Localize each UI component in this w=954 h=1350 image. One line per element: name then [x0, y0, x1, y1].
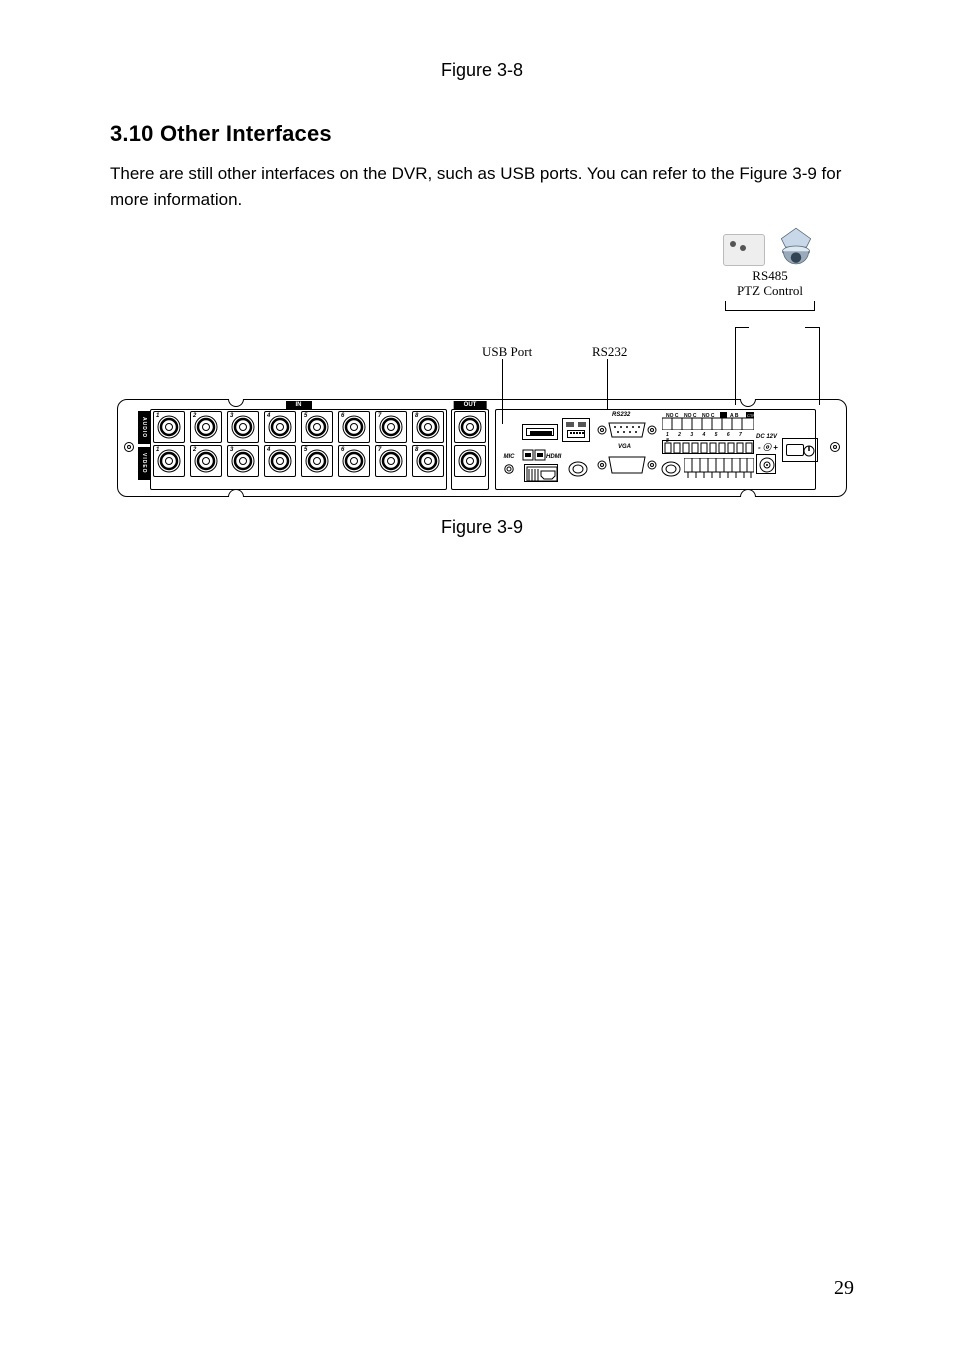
bnc-connector: 1 — [153, 445, 185, 477]
hdmi-port-icon — [524, 464, 558, 482]
esata-port-icon — [522, 448, 546, 460]
alarm-terminal-top: NO C NO C NO C A B CTRL — [662, 412, 754, 430]
ptz-bracket-icon — [725, 301, 815, 311]
oval-button-icon — [661, 460, 681, 478]
bnc-connector: 2 — [190, 411, 222, 443]
bnc-connector: 6 — [338, 411, 370, 443]
svg-text:A B: A B — [730, 413, 739, 419]
mic-jack-icon — [504, 464, 514, 474]
usb-port-icon — [522, 424, 558, 440]
in-label: IN — [286, 401, 312, 409]
bnc-in-block: IN AUDIO VIDEO 12345678 12345678 — [150, 409, 447, 490]
alarm-terminal-bottom — [684, 458, 754, 480]
video-out-connector — [454, 445, 486, 477]
hdmi-label: HDMI — [546, 454, 561, 460]
rear-panel-diagram: RS485 PTZ Control USB Port RS232 IN AUDI… — [117, 224, 847, 497]
ptz-devices-group: RS485 PTZ Control — [723, 224, 817, 311]
bnc-connector: 8 — [412, 411, 444, 443]
bnc-connector: 7 — [375, 411, 407, 443]
svg-text:CTRL: CTRL — [747, 413, 754, 418]
audio-row-label: AUDIO — [138, 411, 150, 444]
bnc-connector: 2 — [190, 445, 222, 477]
rs232-port-icon — [596, 420, 658, 440]
leader-line — [735, 327, 749, 328]
bnc-connector: 8 — [412, 445, 444, 477]
audio-out-connector — [454, 411, 486, 443]
dvr-rear-panel: IN AUDIO VIDEO 12345678 12345678 OUT MIC — [117, 399, 847, 497]
panel-notch — [228, 489, 244, 497]
network-port-icon — [562, 418, 590, 442]
dc-power-jack-icon — [756, 454, 776, 474]
bnc-connector: 3 — [227, 411, 259, 443]
rs232-top-label: RS232 — [592, 344, 627, 360]
panel-notch — [740, 399, 756, 407]
section-title: Other Interfaces — [160, 121, 332, 146]
oval-button-icon — [568, 460, 588, 478]
figure-caption-top: Figure 3-8 — [110, 60, 854, 81]
ptz-control-label: PTZ Control — [737, 283, 803, 299]
vga-port-icon — [596, 454, 658, 476]
rs485-label: RS485 — [737, 268, 803, 284]
callout-area: RS485 PTZ Control USB Port RS232 — [117, 224, 847, 399]
video-row-label: VIDEO — [138, 447, 150, 480]
bnc-connector: 4 — [264, 411, 296, 443]
screw-icon — [124, 442, 134, 452]
io-section: MIC HDMI — [495, 409, 816, 490]
svg-text:NO C: NO C — [684, 413, 697, 419]
body-paragraph: There are still other interfaces on the … — [110, 161, 854, 214]
video-in-row: 12345678 — [153, 445, 444, 477]
leader-line — [735, 327, 736, 405]
section-number: 3.10 — [110, 121, 154, 146]
keyboard-icon — [723, 234, 765, 266]
bnc-out-block: OUT — [451, 409, 489, 490]
bnc-connector: 5 — [301, 445, 333, 477]
section-heading: 3.10 Other Interfaces — [110, 121, 854, 147]
usb-port-label: USB Port — [482, 344, 532, 360]
bnc-connector: 4 — [264, 445, 296, 477]
figure-caption-bottom: Figure 3-9 — [110, 517, 854, 538]
bnc-connector: 7 — [375, 445, 407, 477]
bnc-connector: 5 — [301, 411, 333, 443]
screw-icon — [830, 442, 840, 452]
power-switch-icon — [782, 438, 818, 462]
audio-in-row: 12345678 — [153, 411, 444, 443]
leader-line — [819, 327, 820, 405]
rs232-panel-label: RS232 — [612, 412, 630, 418]
svg-text:NO C: NO C — [702, 413, 715, 419]
alarm-terminal-mid — [662, 440, 754, 454]
panel-notch — [228, 399, 244, 407]
out-label: OUT — [454, 401, 487, 409]
dc12v-label: DC 12V — [756, 434, 777, 440]
page-number: 29 — [834, 1277, 854, 1300]
vga-label: VGA — [618, 444, 631, 450]
dome-camera-icon — [775, 224, 817, 266]
bnc-connector: 1 — [153, 411, 185, 443]
bnc-connector: 3 — [227, 445, 259, 477]
mic-label: MIC — [500, 454, 518, 460]
leader-line — [805, 327, 820, 328]
panel-notch — [740, 489, 756, 497]
bnc-connector: 6 — [338, 445, 370, 477]
